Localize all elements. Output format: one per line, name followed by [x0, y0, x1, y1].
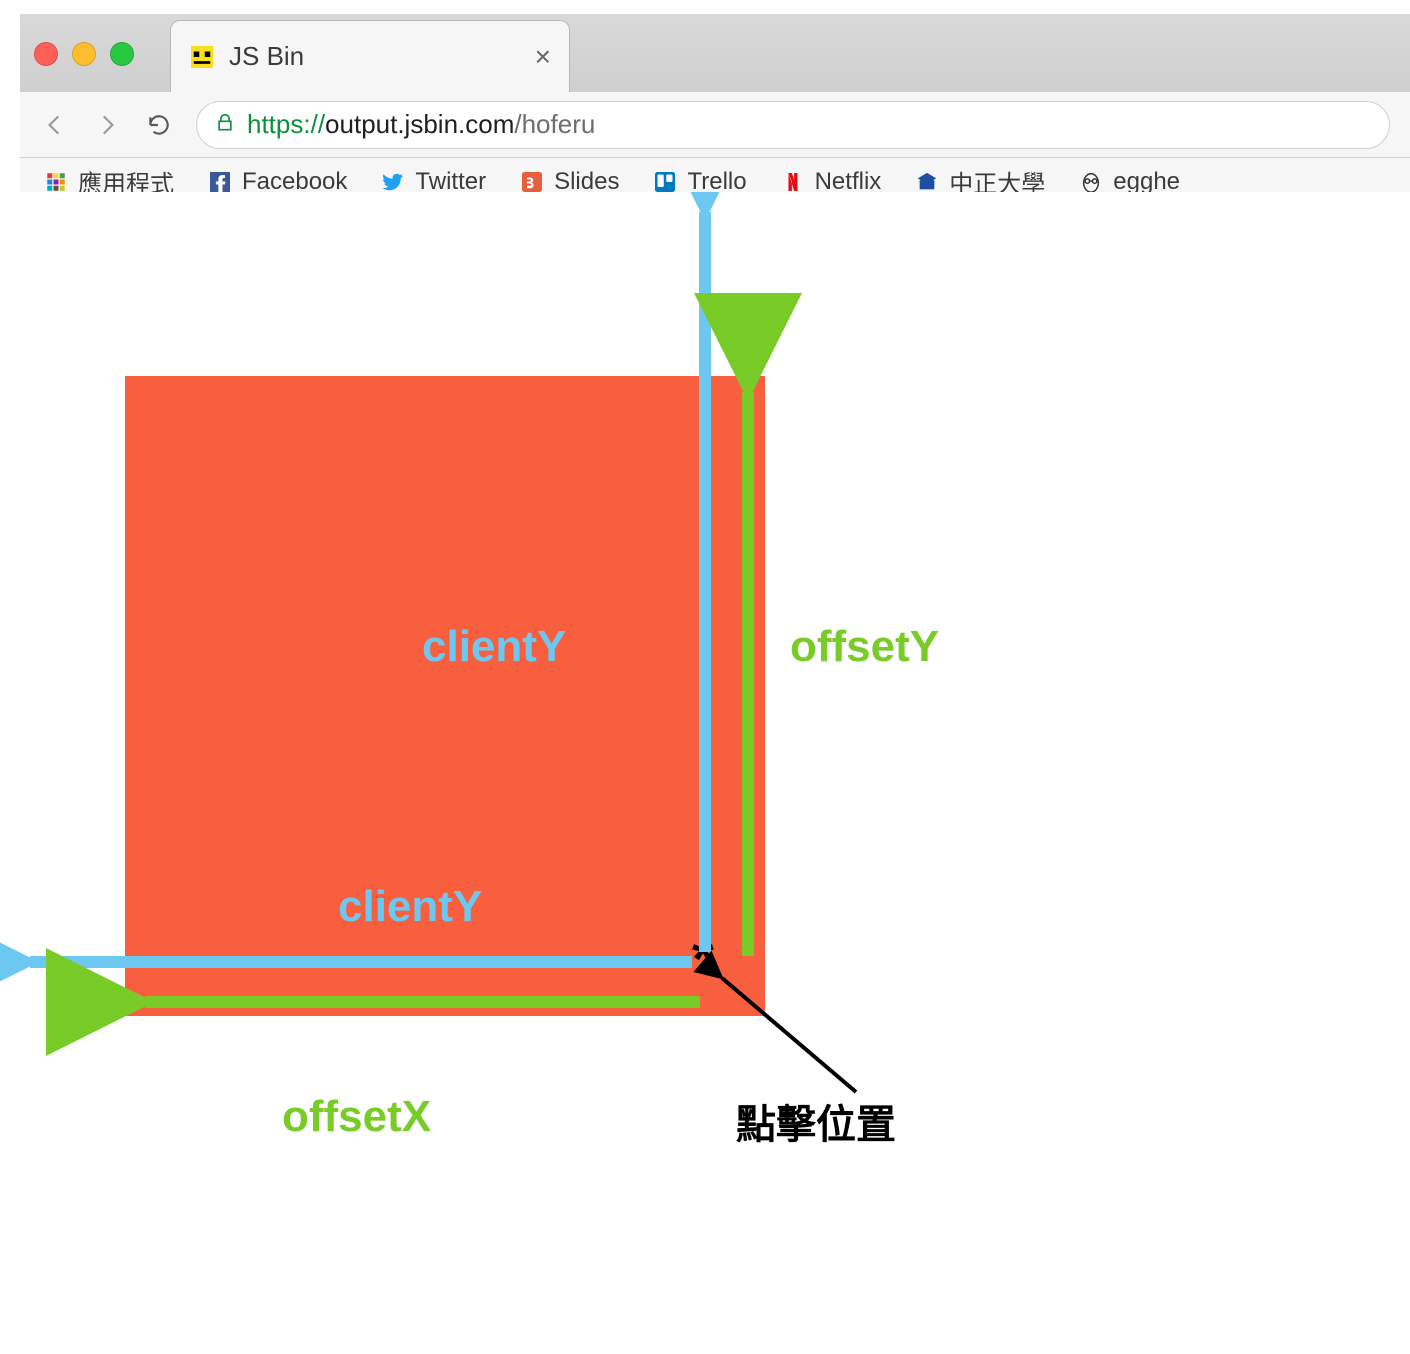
browser-window-chrome: JS Bin × https://output.jsbin.com/hoferu	[20, 14, 1410, 194]
tab-strip: JS Bin ×	[20, 14, 1410, 93]
twitter-icon	[381, 170, 405, 194]
click-point-marker: *	[692, 926, 714, 991]
offsety-label: offsetY	[790, 622, 939, 672]
url-host: output.jsbin.com	[325, 109, 514, 139]
browser-toolbar: https://output.jsbin.com/hoferu	[20, 92, 1410, 158]
university-icon	[915, 170, 939, 194]
lock-icon	[215, 109, 235, 140]
minimize-window-button[interactable]	[72, 42, 96, 66]
page-content: * clientY clientY offsetY offsetX 點擊位置	[0, 192, 1410, 1354]
egghead-icon	[1079, 170, 1103, 194]
nav-forward-button[interactable]	[92, 110, 122, 140]
url-protocol: https://	[247, 109, 325, 139]
close-window-button[interactable]	[34, 42, 58, 66]
browser-tab[interactable]: JS Bin ×	[170, 20, 570, 92]
tab-title: JS Bin	[229, 41, 521, 72]
apps-icon	[44, 170, 68, 194]
jsbin-favicon-icon	[189, 44, 215, 70]
slides-icon	[520, 170, 544, 194]
click-position-label: 點擊位置	[736, 1092, 896, 1150]
nav-back-button[interactable]	[40, 110, 70, 140]
url-path: /hoferu	[514, 109, 595, 139]
trello-icon	[653, 170, 677, 194]
clienty-horizontal-label: clientY	[338, 882, 482, 932]
netflix-icon	[781, 170, 805, 194]
tab-close-icon[interactable]: ×	[535, 43, 551, 71]
window-controls	[34, 42, 134, 66]
facebook-icon	[208, 170, 232, 194]
nav-reload-button[interactable]	[144, 110, 174, 140]
address-bar[interactable]: https://output.jsbin.com/hoferu	[196, 101, 1390, 149]
url-text: https://output.jsbin.com/hoferu	[247, 109, 595, 140]
maximize-window-button[interactable]	[110, 42, 134, 66]
offsetx-label: offsetX	[282, 1092, 431, 1142]
clienty-vertical-label: clientY	[422, 622, 566, 672]
